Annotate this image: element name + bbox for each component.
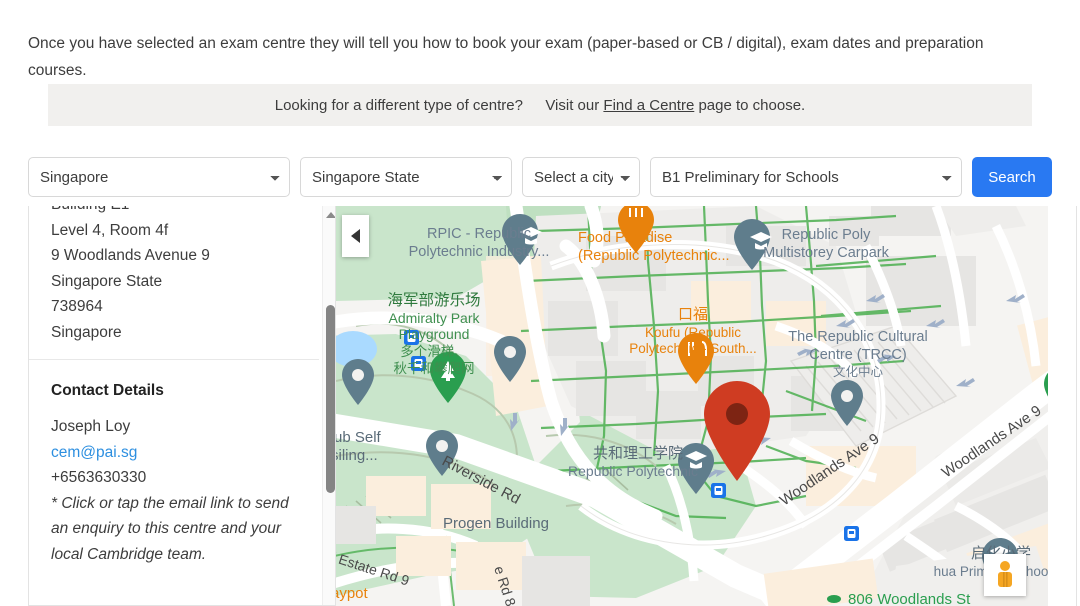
svg-text:共和理工学院: 共和理工学院 (593, 444, 683, 462)
svg-text:(Republic Polytechnic...: (Republic Polytechnic... (578, 248, 730, 264)
map-right-border (1076, 206, 1077, 606)
contact-details-heading: Contact Details (51, 382, 164, 399)
state-select[interactable]: Singapore State (300, 157, 512, 197)
street-view-pegman[interactable] (984, 554, 1026, 596)
results-area: Building E1 Level 4, Room 4f 9 Woodlands… (28, 206, 1077, 606)
address-line: Singapore (51, 323, 122, 341)
country-select[interactable]: Singapore (28, 157, 290, 197)
contact-email-link[interactable]: cem@pai.sg (51, 440, 319, 466)
svg-text:Centre (TRCC): Centre (TRCC) (809, 347, 906, 363)
city-select[interactable]: Select a city (522, 157, 640, 197)
collapse-panel-button[interactable] (342, 215, 369, 257)
svg-text:RPIC - Republic: RPIC - Republic (427, 226, 531, 242)
address-line: Singapore State (51, 272, 163, 290)
contact-name: Joseph Loy (51, 418, 131, 435)
intro-paragraph: Once you have selected an exam centre th… (28, 34, 984, 79)
contact-phone: +6563630330 (51, 469, 147, 486)
scroll-up-arrow-icon[interactable] (326, 212, 335, 218)
svg-text:Republic Poly: Republic Poly (782, 227, 871, 243)
find-a-centre-link[interactable]: Find a Centre (603, 97, 694, 114)
different-centre-banner: Looking for a different type of centre? … (48, 84, 1032, 126)
search-filters-row: Singapore Singapore State Select a city … (28, 156, 1052, 198)
address-line: Level 4, Room 4f (51, 221, 169, 239)
address-line: 9 Woodlands Avenue 9 (51, 247, 210, 264)
contact-details-section: Contact Details Joseph Loy cem@pai.sg +6… (29, 360, 319, 567)
svg-text:秋千和攀爬网: 秋千和攀爬网 (394, 361, 475, 376)
svg-text:口福: 口福 (678, 306, 708, 323)
svg-text:Polytechnic Industry...: Polytechnic Industry... (409, 244, 550, 260)
svg-text:ub Self: ub Self (336, 429, 382, 446)
scrollbar-thumb[interactable] (326, 305, 335, 493)
exam-select[interactable]: B1 Preliminary for Schools (650, 157, 962, 197)
centre-finder-page: Once you have selected an exam centre th… (0, 0, 1080, 606)
svg-text:Polytechnic - South...: Polytechnic - South... (629, 341, 757, 356)
banner-question: Looking for a different type of centre? (274, 96, 523, 114)
svg-text:文化中心: 文化中心 (833, 364, 884, 379)
svg-text:Progen Building: Progen Building (443, 515, 549, 532)
svg-text:Playground: Playground (399, 326, 470, 342)
svg-text:海军部游乐场: 海军部游乐场 (387, 291, 480, 309)
contact-note: * Click or tap the email link to send an… (51, 494, 289, 563)
svg-text:Koufu (Republic: Koufu (Republic (645, 325, 741, 340)
banner-visit-text: Visit our (545, 96, 600, 114)
svg-text:siling...: siling... (336, 447, 378, 464)
svg-text:Republic Polytechnic: Republic Polytechnic (568, 463, 698, 479)
panel-scrollbar[interactable] (322, 206, 335, 605)
chevron-left-icon (351, 229, 360, 243)
centre-address: Building E1 Level 4, Room 4f 9 Woodlands… (29, 206, 319, 345)
banner-after-text: page to choose. (698, 96, 806, 114)
address-line: Building E1 (51, 206, 319, 218)
pegman-icon (998, 561, 1012, 587)
centre-detail-scroll-content: Building E1 Level 4, Room 4f 9 Woodlands… (29, 206, 319, 567)
svg-text:多个滑梯、: 多个滑梯、 (400, 343, 468, 359)
svg-text:Multistorey Carpark: Multistorey Carpark (763, 245, 889, 261)
svg-text:Food Paradise: Food Paradise (578, 230, 672, 246)
map-canvas: RPIC - Republic Polytechnic Industry... … (336, 206, 1048, 606)
address-line: 738964 (51, 298, 103, 315)
banner-text: Looking for a different type of centre? … (275, 97, 805, 114)
svg-text:The Republic Cultural: The Republic Cultural (788, 329, 927, 345)
centre-detail-panel: Building E1 Level 4, Room 4f 9 Woodlands… (28, 206, 336, 606)
svg-text:Admiralty Park: Admiralty Park (388, 310, 480, 326)
search-button[interactable]: Search (972, 157, 1052, 197)
svg-text:aypot: aypot (336, 585, 369, 602)
map-viewport[interactable]: RPIC - Republic Polytechnic Industry... … (336, 206, 1048, 606)
